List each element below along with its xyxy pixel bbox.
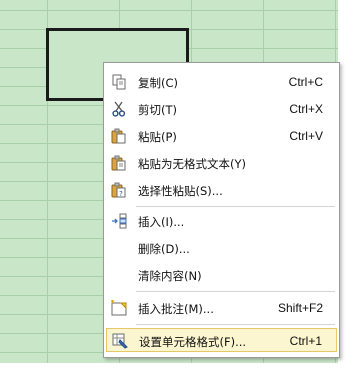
menu-item-label: 设置单元格格式(F)...	[139, 335, 247, 349]
window-edge-bottom	[0, 363, 346, 369]
menu-item-label: 删除(D)...	[138, 242, 190, 256]
menu-item-label: 复制(C)	[138, 76, 179, 90]
menu-item-paste[interactable]: 粘贴(P) Ctrl+V	[106, 124, 337, 148]
menu-item-format-cells[interactable]: 设置单元格格式(F)... Ctrl+1	[106, 328, 337, 352]
paste-special-icon: ?	[111, 182, 127, 198]
menu-separator	[136, 324, 335, 325]
menu-item-paste-special[interactable]: ? 选择性粘贴(S)...	[106, 178, 337, 202]
svg-text:?: ?	[119, 190, 123, 198]
menu-item-label: 剪切(T)	[138, 103, 177, 117]
paste-text-icon	[111, 155, 127, 171]
menu-item-cut[interactable]: 剪切(T) Ctrl+X	[106, 97, 337, 121]
scissors-icon	[111, 101, 127, 117]
menu-item-label: 插入(I)...	[138, 215, 185, 229]
menu-item-shortcut: Ctrl+C	[288, 75, 323, 89]
menu-separator	[136, 291, 335, 292]
menu-item-shortcut: Ctrl+X	[289, 102, 323, 116]
menu-item-delete[interactable]: 删除(D)...	[106, 236, 337, 260]
menu-item-copy[interactable]: 复制(C) Ctrl+C	[106, 70, 337, 94]
copy-icon	[111, 74, 127, 90]
menu-item-label: 选择性粘贴(S)...	[138, 184, 223, 198]
menu-item-label: 粘贴(P)	[138, 130, 177, 144]
menu-separator	[136, 206, 335, 207]
menu-item-label: 清除内容(N)	[138, 269, 202, 283]
menu-item-insert-comment[interactable]: 插入批注(M)... Shift+F2	[106, 296, 337, 320]
menu-item-label: 粘贴为无格式文本(Y)	[138, 157, 246, 171]
menu-item-shortcut: Ctrl+1	[289, 334, 322, 348]
menu-item-paste-plain-text[interactable]: 粘贴为无格式文本(Y)	[106, 151, 337, 175]
menu-item-shortcut: Shift+F2	[277, 301, 323, 315]
menu-item-insert[interactable]: 插入(I)...	[106, 209, 337, 233]
comment-icon	[111, 300, 127, 316]
insert-cells-icon	[111, 213, 127, 229]
context-menu: 复制(C) Ctrl+C 剪切(T) Ctrl+X 粘贴(P) Ctrl+V 粘…	[103, 62, 340, 358]
menu-item-clear-contents[interactable]: 清除内容(N)	[106, 263, 337, 287]
menu-item-shortcut: Ctrl+V	[289, 129, 323, 143]
menu-item-label: 插入批注(M)...	[138, 302, 214, 316]
paste-icon	[111, 128, 127, 144]
format-cells-icon	[112, 333, 128, 349]
